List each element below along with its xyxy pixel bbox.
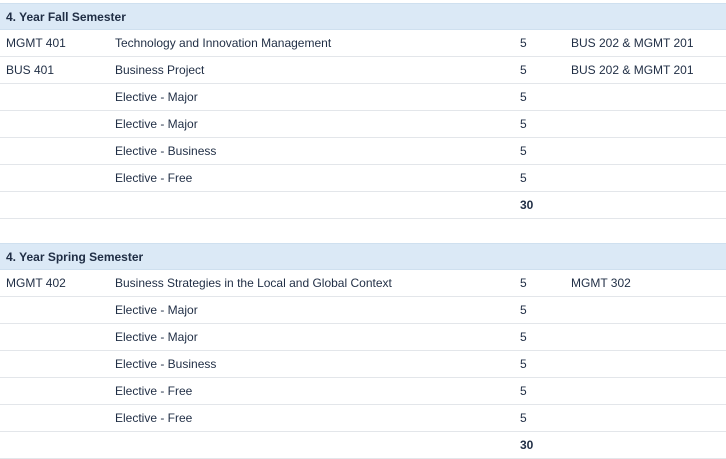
course-credits: 5 <box>520 171 527 185</box>
course-title: Business Strategies in the Local and Glo… <box>115 276 392 290</box>
course-row: Elective - Free 5 <box>0 405 726 432</box>
course-title: Technology and Innovation Management <box>115 36 332 50</box>
course-title: Elective - Major <box>115 303 198 317</box>
course-title: Elective - Major <box>115 330 198 344</box>
course-credits: 5 <box>520 90 527 104</box>
course-prerequisite: MGMT 302 <box>571 276 631 290</box>
course-title: Elective - Free <box>115 384 193 398</box>
course-row: Elective - Free 5 <box>0 165 726 192</box>
semester-table-fall: 4. Year Fall Semester MGMT 401 Technolog… <box>0 3 726 219</box>
course-code: BUS 401 <box>6 63 55 77</box>
semester-title: 4. Year Fall Semester <box>6 9 126 24</box>
course-credits: 5 <box>520 303 527 317</box>
course-title: Elective - Business <box>115 357 217 371</box>
course-row: MGMT 401 Technology and Innovation Manag… <box>0 30 726 57</box>
course-title: Business Project <box>115 63 205 77</box>
course-credits: 5 <box>520 330 527 344</box>
course-row: Elective - Free 5 <box>0 378 726 405</box>
course-title: Elective - Major <box>115 90 198 104</box>
course-credits: 5 <box>520 117 527 131</box>
course-row: Elective - Major 5 <box>0 84 726 111</box>
course-title: Elective - Business <box>115 144 217 158</box>
course-code: MGMT 402 <box>6 276 66 290</box>
course-code: MGMT 401 <box>6 36 66 50</box>
total-credits: 30 <box>520 438 534 452</box>
course-row: BUS 401 Business Project 5 BUS 202 & MGM… <box>0 57 726 84</box>
course-credits: 5 <box>520 411 527 425</box>
course-row: Elective - Major 5 <box>0 111 726 138</box>
course-row: MGMT 402 Business Strategies in the Loca… <box>0 270 726 297</box>
course-credits: 5 <box>520 384 527 398</box>
course-credits: 5 <box>520 63 527 77</box>
course-credits: 5 <box>520 144 527 158</box>
course-title: Elective - Major <box>115 117 198 131</box>
semester-table-spring: 4. Year Spring Semester MGMT 402 Busines… <box>0 243 726 459</box>
curriculum-page: 4. Year Fall Semester MGMT 401 Technolog… <box>0 0 726 459</box>
course-credits: 5 <box>520 357 527 371</box>
course-row: Elective - Business 5 <box>0 351 726 378</box>
course-title: Elective - Free <box>115 411 193 425</box>
course-credits: 5 <box>520 276 527 290</box>
course-prerequisite: BUS 202 & MGMT 201 <box>571 36 694 50</box>
total-credits-row: 30 <box>0 432 726 459</box>
course-title: Elective - Free <box>115 171 193 185</box>
semester-header: 4. Year Spring Semester <box>0 243 726 270</box>
total-credits: 30 <box>520 198 534 212</box>
total-credits-row: 30 <box>0 192 726 219</box>
course-prerequisite: BUS 202 & MGMT 201 <box>571 63 694 77</box>
semester-title: 4. Year Spring Semester <box>6 249 144 264</box>
course-row: Elective - Major 5 <box>0 324 726 351</box>
course-row: Elective - Business 5 <box>0 138 726 165</box>
course-row: Elective - Major 5 <box>0 297 726 324</box>
course-credits: 5 <box>520 36 527 50</box>
semester-header: 4. Year Fall Semester <box>0 3 726 30</box>
